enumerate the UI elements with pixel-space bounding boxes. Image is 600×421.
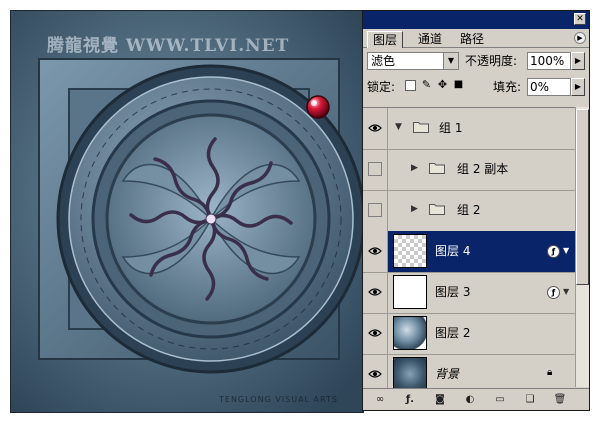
eye-icon — [368, 247, 382, 255]
lock-transparent-icon[interactable] — [405, 80, 416, 91]
visibility-toggle[interactable] — [363, 272, 388, 313]
layer-name: 图层 2 — [435, 326, 471, 340]
layer-thumbnail — [393, 357, 427, 391]
blend-row: 滤色 ▼ 不透明度: 100% ▶ — [363, 51, 589, 73]
tab-paths[interactable]: 路径 — [455, 31, 489, 47]
tab-layers[interactable]: 图层 — [367, 31, 404, 48]
layers-list: ▼ 组 1 ▶ 组 2 副本 ▶ 组 2 图层 4 ƒ ▼ 图层 3 ƒ ▼ 图… — [363, 107, 575, 396]
emblem-artwork — [11, 11, 363, 412]
eye-icon — [368, 124, 382, 132]
eye-icon — [368, 288, 382, 296]
layer-thumbnail — [393, 275, 427, 309]
layer-row-group2[interactable]: ▶ 组 2 — [363, 190, 575, 232]
chevron-down-icon[interactable]: ▼ — [563, 287, 569, 296]
layer-effects-icon[interactable]: ƒ — [547, 245, 560, 258]
trash-icon[interactable]: 🗑︎ — [553, 393, 567, 407]
new-group-icon[interactable]: ▭ — [493, 393, 507, 407]
tab-channels[interactable]: 通道 — [413, 31, 447, 47]
layer-thumbnail — [393, 234, 427, 268]
watermark-text: 腾龍視覺 WWW.TLVI.NET — [47, 36, 290, 56]
blend-mode-select[interactable]: 滤色 ▼ — [367, 52, 459, 70]
expand-right-icon[interactable]: ▶ — [411, 204, 418, 214]
expand-down-icon[interactable]: ▼ — [395, 122, 402, 132]
mask-icon[interactable]: ◙ — [433, 393, 447, 407]
expand-right-icon[interactable]: ▶ — [411, 163, 418, 173]
opacity-label: 不透明度: — [465, 54, 518, 68]
layer-name: 背景 — [435, 367, 460, 381]
lock-label: 锁定: — [367, 80, 396, 94]
panel-titlebar[interactable]: ✕ — [363, 11, 589, 29]
scrollbar-thumb[interactable] — [576, 109, 589, 285]
layer-name: 图层 4 — [435, 244, 471, 258]
layers-panel: ✕ 图层 通道 路径 ▶ 滤色 ▼ 不透明度: 100% ▶ 锁定: ✎ ✥ ■… — [362, 10, 590, 411]
hidden-visibility-box — [368, 162, 382, 176]
panel-tabs: 图层 通道 路径 ▶ — [363, 29, 589, 48]
fill-slider-button[interactable]: ▶ — [571, 78, 585, 96]
visibility-toggle[interactable] — [363, 190, 388, 231]
layer-row-layer2[interactable]: 图层 2 — [363, 313, 575, 355]
folder-icon — [413, 122, 429, 133]
folder-icon — [429, 204, 445, 215]
visibility-toggle[interactable] — [363, 231, 388, 272]
blend-mode-value: 滤色 — [371, 54, 396, 68]
lock-all-icon[interactable]: ■ — [453, 80, 464, 91]
new-layer-icon[interactable]: ❑ — [523, 393, 537, 407]
layer-name: 组 1 — [439, 121, 463, 135]
lock-row: 锁定: ✎ ✥ ■ 填充: 0% ▶ — [363, 77, 589, 99]
eye-icon — [368, 329, 382, 337]
layer-effects-icon[interactable]: ƒ — [547, 286, 560, 299]
visibility-toggle[interactable] — [363, 149, 388, 190]
chevron-down-icon[interactable]: ▼ — [563, 246, 569, 255]
fx-icon[interactable]: ƒ. — [403, 393, 417, 407]
layer-row-group2-copy[interactable]: ▶ 组 2 副本 — [363, 149, 575, 191]
lock-move-icon[interactable]: ✥ — [437, 79, 448, 91]
visibility-toggle[interactable] — [363, 108, 388, 149]
layers-scrollbar[interactable] — [575, 107, 589, 387]
opacity-slider-button[interactable]: ▶ — [571, 52, 585, 70]
visibility-toggle[interactable] — [363, 313, 388, 354]
artwork-footer-text: TENGLONG VISUAL ARTS — [219, 395, 338, 404]
hidden-visibility-box — [368, 203, 382, 217]
fill-field[interactable]: 0% — [527, 78, 571, 96]
layer-row-layer4[interactable]: 图层 4 ƒ ▼ — [363, 231, 575, 273]
layer-name: 组 2 副本 — [457, 162, 509, 176]
layer-thumbnail — [393, 316, 427, 350]
artwork-canvas: 腾龍視覺 WWW.TLVI.NET TENGLONG VISUAL ARTS — [10, 10, 364, 413]
eye-icon — [368, 370, 382, 378]
chevron-down-icon[interactable]: ▼ — [443, 53, 458, 69]
panel-menu-icon[interactable]: ▶ — [574, 32, 586, 44]
layer-name: 图层 3 — [435, 285, 471, 299]
adjustment-icon[interactable]: ◐ — [463, 393, 477, 407]
opacity-field[interactable]: 100% — [527, 52, 571, 70]
close-icon[interactable]: ✕ — [574, 13, 586, 25]
panel-bottom-toolbar: ∞ ƒ. ◙ ◐ ▭ ❑ 🗑︎ — [363, 388, 589, 410]
layer-name: 组 2 — [457, 203, 481, 217]
lock-paint-icon[interactable]: ✎ — [421, 79, 432, 91]
layer-row-group1[interactable]: ▼ 组 1 — [363, 108, 575, 150]
folder-icon — [429, 163, 445, 174]
lock-icon: 🔒︎ — [547, 367, 553, 378]
layer-row-layer3[interactable]: 图层 3 ƒ ▼ — [363, 272, 575, 314]
link-icon[interactable]: ∞ — [373, 393, 387, 407]
fill-label: 填充: — [493, 80, 522, 94]
